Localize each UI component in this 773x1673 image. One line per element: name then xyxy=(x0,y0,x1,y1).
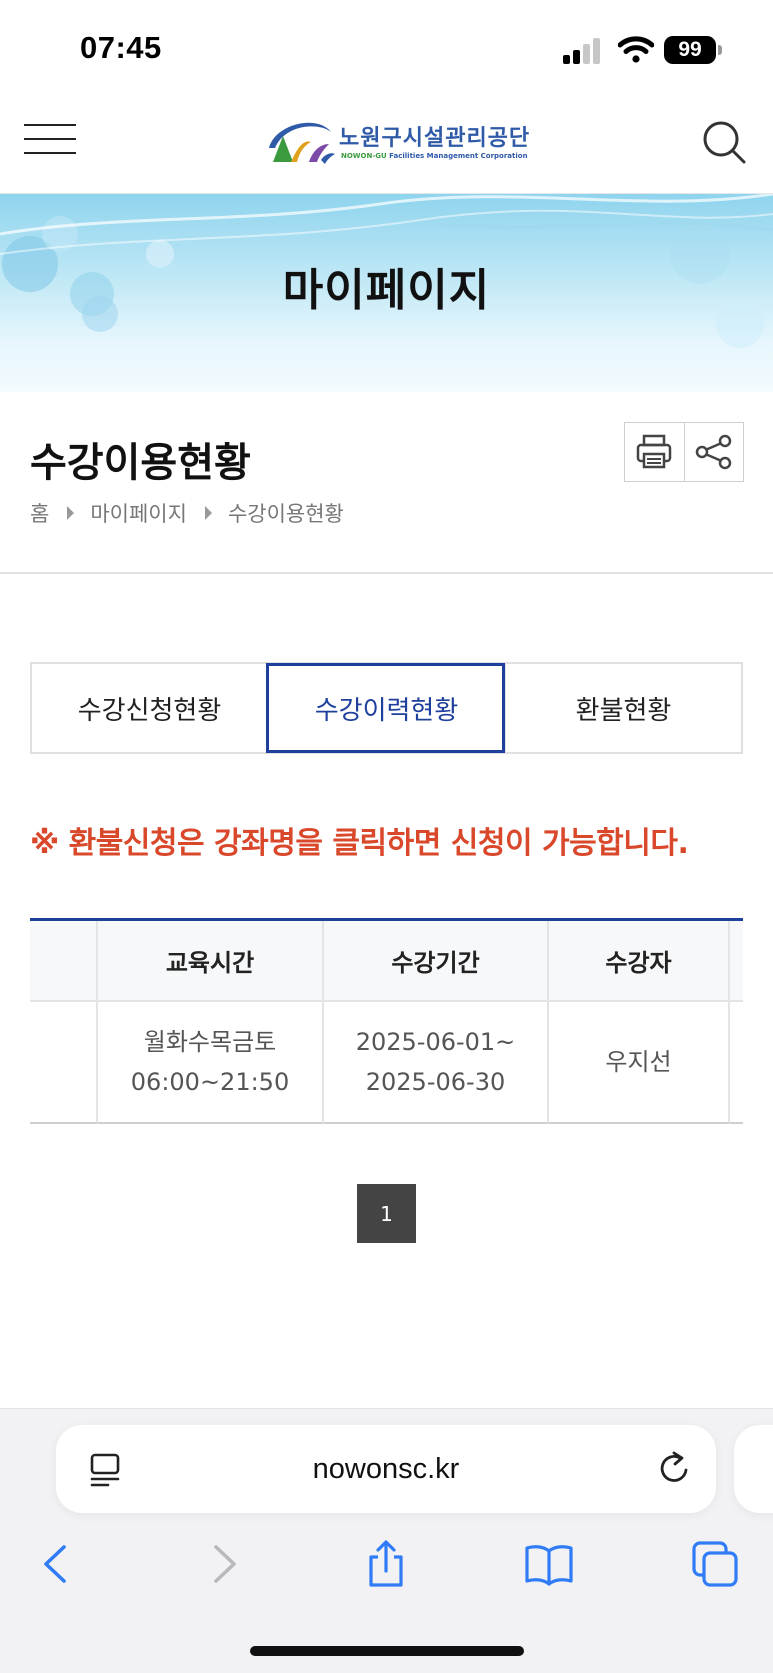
cell-student: 우지선 xyxy=(549,1002,730,1124)
tabs-icon[interactable] xyxy=(690,1539,740,1589)
share-button[interactable] xyxy=(683,423,743,481)
logo-emblem-icon xyxy=(269,122,335,164)
period-start: 2025-06-01~ xyxy=(355,1028,516,1056)
back-icon[interactable] xyxy=(32,1539,82,1589)
reload-icon[interactable] xyxy=(656,1449,694,1487)
battery-level: 99 xyxy=(664,36,716,64)
logo-text-kr: 노원구시설관리공단 xyxy=(339,126,531,151)
tab-refund-status[interactable]: 환불현황 xyxy=(504,664,741,752)
bookmarks-icon[interactable] xyxy=(524,1539,574,1589)
battery-icon: 99 xyxy=(664,36,722,66)
print-button[interactable] xyxy=(625,423,684,481)
wifi-icon xyxy=(618,36,654,63)
table-header-cell xyxy=(730,921,743,1002)
home-indicator[interactable] xyxy=(250,1646,524,1656)
breadcrumb-home[interactable]: 홈 xyxy=(30,498,49,528)
page-tools xyxy=(624,422,744,482)
breadcrumb: 홈 마이페이지 수강이용현황 xyxy=(30,498,344,528)
caret-right-icon xyxy=(204,506,212,520)
logo-text-en: NOWON-GU Facilities Management Corporati… xyxy=(341,152,528,160)
search-icon[interactable] xyxy=(700,118,748,166)
share-sheet-icon[interactable] xyxy=(361,1539,411,1589)
history-table[interactable]: 교육시간 수강기간 수강자 월화수목금토 06:00~21:50 2025-06… xyxy=(30,918,743,1124)
cellular-signal-icon xyxy=(563,38,603,64)
tab-bar: 수강신청현황 수강이력현황 환불현황 xyxy=(30,662,743,754)
page-title: 수강이용현황 xyxy=(30,440,251,486)
table-cell-course[interactable] xyxy=(30,1002,98,1124)
cell-class-time: 월화수목금토 06:00~21:50 xyxy=(98,1002,324,1124)
header-class-time: 교육시간 xyxy=(98,921,324,1002)
pagination-page-1[interactable]: 1 xyxy=(357,1184,416,1243)
page-banner: 마이페이지 xyxy=(0,194,773,392)
site-logo[interactable]: 노원구시설관리공단 NOWON-GU Facilities Management… xyxy=(265,114,529,170)
browser-toolbar: nowonsc.kr xyxy=(0,1408,773,1673)
refund-notice: ※ 환불신청은 강좌명을 클릭하면 신청이 가능합니다. xyxy=(30,826,689,861)
table-cell xyxy=(730,1002,743,1124)
breadcrumb-mypage[interactable]: 마이페이지 xyxy=(90,498,187,528)
status-time: 07:45 xyxy=(80,30,162,65)
class-hours: 06:00~21:50 xyxy=(130,1068,290,1096)
tab-enrollment-history[interactable]: 수강이력현황 xyxy=(266,663,505,753)
share-icon xyxy=(695,434,732,470)
print-icon xyxy=(637,434,672,469)
status-bar: 07:45 99 xyxy=(0,0,773,96)
table-header-cell xyxy=(30,921,98,1002)
header-period: 수강기간 xyxy=(324,921,549,1002)
address-bar[interactable]: nowonsc.kr xyxy=(56,1425,716,1513)
cell-period: 2025-06-01~ 2025-06-30 xyxy=(324,1002,549,1124)
class-days: 월화수목금토 xyxy=(143,1028,277,1056)
breadcrumb-current[interactable]: 수강이용현황 xyxy=(228,498,344,528)
tab-enrollment-status[interactable]: 수강신청현황 xyxy=(32,664,267,752)
site-header: 노원구시설관리공단 NOWON-GU Facilities Management… xyxy=(0,96,773,194)
hamburger-icon[interactable] xyxy=(24,124,76,154)
banner-title: 마이페이지 xyxy=(282,265,491,316)
next-tab-preview[interactable] xyxy=(734,1425,773,1513)
section-divider xyxy=(0,572,773,574)
header-student: 수강자 xyxy=(549,921,730,1002)
caret-right-icon xyxy=(67,506,75,520)
forward-icon[interactable] xyxy=(198,1539,248,1589)
period-end: 2025-06-30 xyxy=(365,1068,506,1096)
url-text[interactable]: nowonsc.kr xyxy=(56,1425,716,1513)
